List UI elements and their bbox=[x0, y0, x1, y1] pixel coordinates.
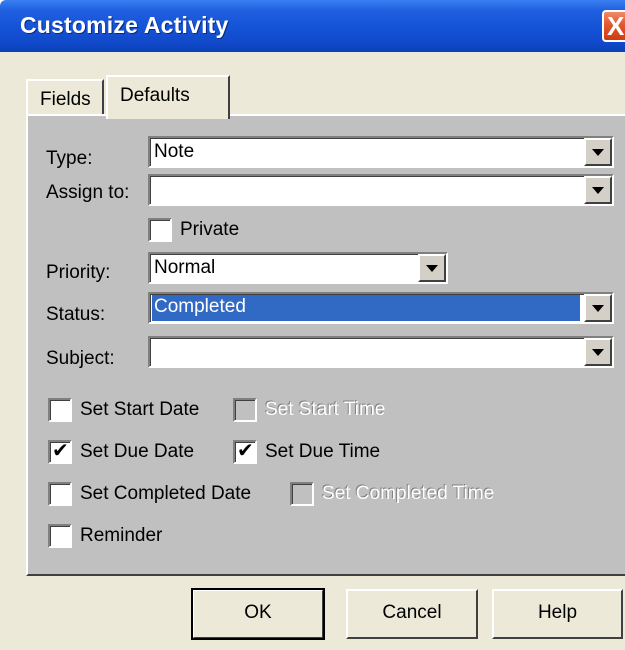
subject-select[interactable] bbox=[148, 336, 614, 368]
set-due-time-checkbox[interactable]: ✔ Set Due Time bbox=[233, 440, 403, 466]
private-checkbox[interactable]: Private bbox=[148, 218, 268, 244]
reminder-label: Reminder bbox=[80, 525, 163, 546]
tab-fields-label: Fields bbox=[40, 89, 91, 110]
close-icon: X bbox=[607, 11, 625, 41]
chevron-down-icon[interactable] bbox=[418, 254, 446, 282]
set-completed-time-box bbox=[290, 482, 314, 506]
reminder-box[interactable] bbox=[48, 524, 72, 548]
type-label: Type: bbox=[46, 148, 93, 169]
subject-label: Subject: bbox=[46, 348, 115, 369]
status-select[interactable]: Completed bbox=[148, 292, 614, 324]
set-completed-time-checkbox: Set Completed Time bbox=[290, 482, 520, 508]
priority-select[interactable]: Normal bbox=[148, 252, 448, 284]
type-select[interactable]: Note bbox=[148, 136, 614, 168]
tab-defaults-label: Defaults bbox=[120, 85, 190, 106]
set-completed-date-box[interactable] bbox=[48, 482, 72, 506]
status-label: Status: bbox=[46, 304, 106, 325]
chevron-down-icon[interactable] bbox=[584, 138, 612, 166]
ok-button[interactable]: OK bbox=[191, 588, 325, 640]
cancel-button[interactable]: Cancel bbox=[346, 589, 478, 639]
private-checkbox-box[interactable] bbox=[148, 218, 172, 242]
title-bar[interactable]: Customize Activity X bbox=[0, 0, 625, 52]
type-value: Note bbox=[154, 141, 195, 162]
set-due-time-box[interactable]: ✔ bbox=[233, 440, 257, 464]
checkmark-icon: ✔ bbox=[52, 440, 69, 462]
reminder-checkbox[interactable]: Reminder bbox=[48, 524, 198, 550]
chevron-down-icon[interactable] bbox=[584, 338, 612, 366]
set-completed-date-checkbox[interactable]: Set Completed Date bbox=[48, 482, 278, 508]
assign-to-label: Assign to: bbox=[46, 182, 130, 203]
set-start-date-box[interactable] bbox=[48, 398, 72, 422]
tab-fields[interactable]: Fields bbox=[26, 79, 104, 117]
tab-defaults[interactable]: Defaults bbox=[106, 75, 230, 119]
set-due-date-label: Set Due Date bbox=[80, 441, 195, 462]
set-start-date-checkbox[interactable]: Set Start Date bbox=[48, 398, 218, 424]
set-completed-time-label: Set Completed Time bbox=[322, 483, 495, 504]
priority-value: Normal bbox=[154, 257, 216, 278]
chevron-down-icon[interactable] bbox=[584, 294, 612, 322]
set-start-time-checkbox: Set Start Time bbox=[233, 398, 403, 424]
set-start-time-label: Set Start Time bbox=[265, 399, 386, 420]
assign-to-select[interactable] bbox=[148, 174, 614, 206]
priority-label: Priority: bbox=[46, 262, 111, 283]
window-title: Customize Activity bbox=[20, 12, 229, 38]
set-start-time-box bbox=[233, 398, 257, 422]
set-due-time-label: Set Due Time bbox=[265, 441, 381, 462]
help-button[interactable]: Help bbox=[492, 589, 623, 639]
set-due-date-checkbox[interactable]: ✔ Set Due Date bbox=[48, 440, 218, 466]
set-start-date-label: Set Start Date bbox=[80, 399, 200, 420]
close-button[interactable]: X bbox=[602, 10, 625, 42]
set-completed-date-label: Set Completed Date bbox=[80, 483, 252, 504]
status-value: Completed bbox=[152, 295, 580, 321]
chevron-down-icon[interactable] bbox=[584, 176, 612, 204]
private-label: Private bbox=[180, 219, 240, 240]
set-due-date-box[interactable]: ✔ bbox=[48, 440, 72, 464]
checkmark-icon: ✔ bbox=[237, 440, 254, 462]
